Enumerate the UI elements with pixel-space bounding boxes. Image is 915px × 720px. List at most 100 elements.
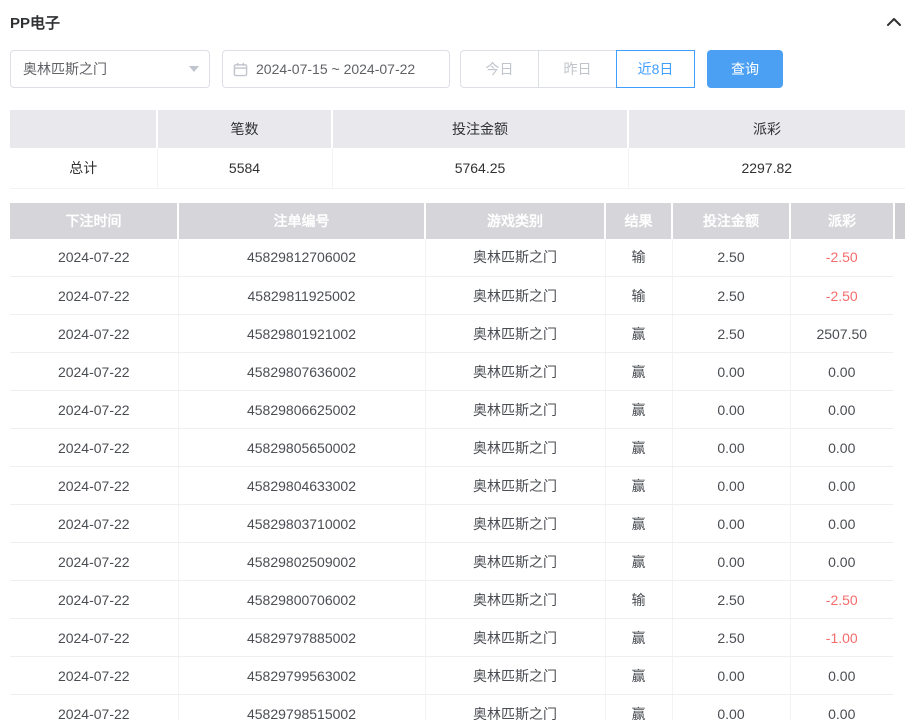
table-cell: 奥林匹斯之门 <box>425 391 605 429</box>
col-payout: 派彩 <box>790 203 893 239</box>
col-result: 结果 <box>605 203 672 239</box>
table-cell: 2024-07-22 <box>10 619 178 657</box>
table-cell: 奥林匹斯之门 <box>425 239 605 277</box>
table-cell: 0.00 <box>672 657 790 695</box>
summary-table: 笔数 投注金额 派彩 总计 5584 5764.25 2297.82 <box>10 110 905 189</box>
table-cell: 奥林匹斯之门 <box>425 315 605 353</box>
table-cell: 2.50 <box>672 581 790 619</box>
scrollbar-gutter[interactable] <box>893 203 905 239</box>
filter-bar: 奥林匹斯之门 2024-07-15 ~ 2024-07-22 今日 昨日 近8日… <box>10 50 905 88</box>
table-cell: 赢 <box>605 467 672 505</box>
quick-range-buttons: 今日 昨日 近8日 <box>460 50 695 88</box>
table-cell: 2.50 <box>672 277 790 315</box>
table-cell: 0.00 <box>672 695 790 720</box>
bets-table-wrap: 下注时间 注单编号 游戏类别 结果 投注金额 派彩 2024-07-224582… <box>10 203 893 720</box>
table-row: 2024-07-2245829802509002奥林匹斯之门赢0.000.00 <box>10 543 893 581</box>
table-cell: 奥林匹斯之门 <box>425 581 605 619</box>
summary-col-payout: 派彩 <box>628 110 905 148</box>
table-row: 2024-07-2245829799563002奥林匹斯之门赢0.000.00 <box>10 657 893 695</box>
table-cell: 赢 <box>605 619 672 657</box>
table-cell: 奥林匹斯之门 <box>425 657 605 695</box>
table-cell: 0.00 <box>672 543 790 581</box>
table-cell: 赢 <box>605 429 672 467</box>
table-cell: -2.50 <box>790 581 893 619</box>
bets-table-body: 2024-07-2245829812706002奥林匹斯之门输2.50-2.50… <box>10 239 893 720</box>
table-cell: 0.00 <box>672 429 790 467</box>
table-cell: 0.00 <box>790 657 893 695</box>
table-cell: 输 <box>605 239 672 277</box>
table-cell: 0.00 <box>672 467 790 505</box>
table-cell: 奥林匹斯之门 <box>425 353 605 391</box>
table-cell: 2024-07-22 <box>10 505 178 543</box>
table-cell: 45829804633002 <box>178 467 425 505</box>
yesterday-button[interactable]: 昨日 <box>538 50 617 88</box>
game-select-value: 奥林匹斯之门 <box>23 59 107 79</box>
table-cell: 2.50 <box>672 239 790 277</box>
bets-table: 下注时间 注单编号 游戏类别 结果 投注金额 派彩 2024-07-224582… <box>10 203 893 720</box>
table-cell: 0.00 <box>672 391 790 429</box>
collapse-button[interactable] <box>883 11 905 33</box>
table-cell: 赢 <box>605 315 672 353</box>
table-cell: 2.50 <box>672 315 790 353</box>
table-cell: 赢 <box>605 543 672 581</box>
table-cell: 输 <box>605 581 672 619</box>
table-row: 2024-07-2245829798515002奥林匹斯之门赢0.000.00 <box>10 695 893 720</box>
summary-header-row: 笔数 投注金额 派彩 <box>10 110 905 148</box>
table-cell: 奥林匹斯之门 <box>425 429 605 467</box>
table-cell: 2024-07-22 <box>10 543 178 581</box>
table-cell: -2.50 <box>790 239 893 277</box>
table-cell: 2024-07-22 <box>10 429 178 467</box>
table-cell: 奥林匹斯之门 <box>425 277 605 315</box>
table-row: 2024-07-2245829812706002奥林匹斯之门输2.50-2.50 <box>10 239 893 277</box>
last-8-days-button[interactable]: 近8日 <box>616 50 695 88</box>
date-range-picker[interactable]: 2024-07-15 ~ 2024-07-22 <box>222 50 450 88</box>
table-cell: 45829805650002 <box>178 429 425 467</box>
table-row: 2024-07-2245829804633002奥林匹斯之门赢0.000.00 <box>10 467 893 505</box>
table-cell: 奥林匹斯之门 <box>425 619 605 657</box>
table-cell: 45829798515002 <box>178 695 425 720</box>
table-cell: 输 <box>605 277 672 315</box>
table-cell: 45829799563002 <box>178 657 425 695</box>
table-cell: 2024-07-22 <box>10 581 178 619</box>
table-row: 2024-07-2245829803710002奥林匹斯之门赢0.000.00 <box>10 505 893 543</box>
table-cell: 0.00 <box>790 543 893 581</box>
panel-header: PP电子 <box>10 10 905 34</box>
table-cell: 0.00 <box>790 391 893 429</box>
pp-electronic-panel: PP电子 奥林匹斯之门 2024-07-15 ~ 2024-07-22 今日 昨… <box>0 0 915 720</box>
table-cell: 奥林匹斯之门 <box>425 543 605 581</box>
summary-total-payout: 2297.82 <box>628 148 905 188</box>
table-cell: 45829803710002 <box>178 505 425 543</box>
table-cell: 2.50 <box>672 619 790 657</box>
today-button[interactable]: 今日 <box>460 50 539 88</box>
chevron-up-icon <box>886 14 902 30</box>
table-cell: 赢 <box>605 391 672 429</box>
table-row: 2024-07-2245829807636002奥林匹斯之门赢0.000.00 <box>10 353 893 391</box>
table-cell: 赢 <box>605 695 672 720</box>
summary-total-label: 总计 <box>10 148 157 188</box>
table-cell: 2024-07-22 <box>10 695 178 720</box>
table-cell: 45829802509002 <box>178 543 425 581</box>
table-cell: 赢 <box>605 657 672 695</box>
calendar-icon <box>233 62 248 77</box>
table-cell: 0.00 <box>790 429 893 467</box>
table-cell: 2024-07-22 <box>10 315 178 353</box>
table-cell: 2024-07-22 <box>10 239 178 277</box>
table-cell: 2507.50 <box>790 315 893 353</box>
table-cell: -2.50 <box>790 277 893 315</box>
table-cell: 0.00 <box>672 505 790 543</box>
table-cell: 赢 <box>605 353 672 391</box>
table-cell: 奥林匹斯之门 <box>425 695 605 720</box>
query-button[interactable]: 查询 <box>707 50 783 88</box>
table-cell: 2024-07-22 <box>10 277 178 315</box>
table-row: 2024-07-2245829800706002奥林匹斯之门输2.50-2.50 <box>10 581 893 619</box>
table-row: 2024-07-2245829805650002奥林匹斯之门赢0.000.00 <box>10 429 893 467</box>
table-row: 2024-07-2245829797885002奥林匹斯之门赢2.50-1.00 <box>10 619 893 657</box>
table-row: 2024-07-2245829801921002奥林匹斯之门赢2.502507.… <box>10 315 893 353</box>
table-row: 2024-07-2245829806625002奥林匹斯之门赢0.000.00 <box>10 391 893 429</box>
table-cell: 0.00 <box>790 505 893 543</box>
table-cell: 45829807636002 <box>178 353 425 391</box>
game-select[interactable]: 奥林匹斯之门 <box>10 50 210 88</box>
summary-total-bet-amount: 5764.25 <box>332 148 628 188</box>
table-cell: 2024-07-22 <box>10 657 178 695</box>
table-cell: 45829801921002 <box>178 315 425 353</box>
